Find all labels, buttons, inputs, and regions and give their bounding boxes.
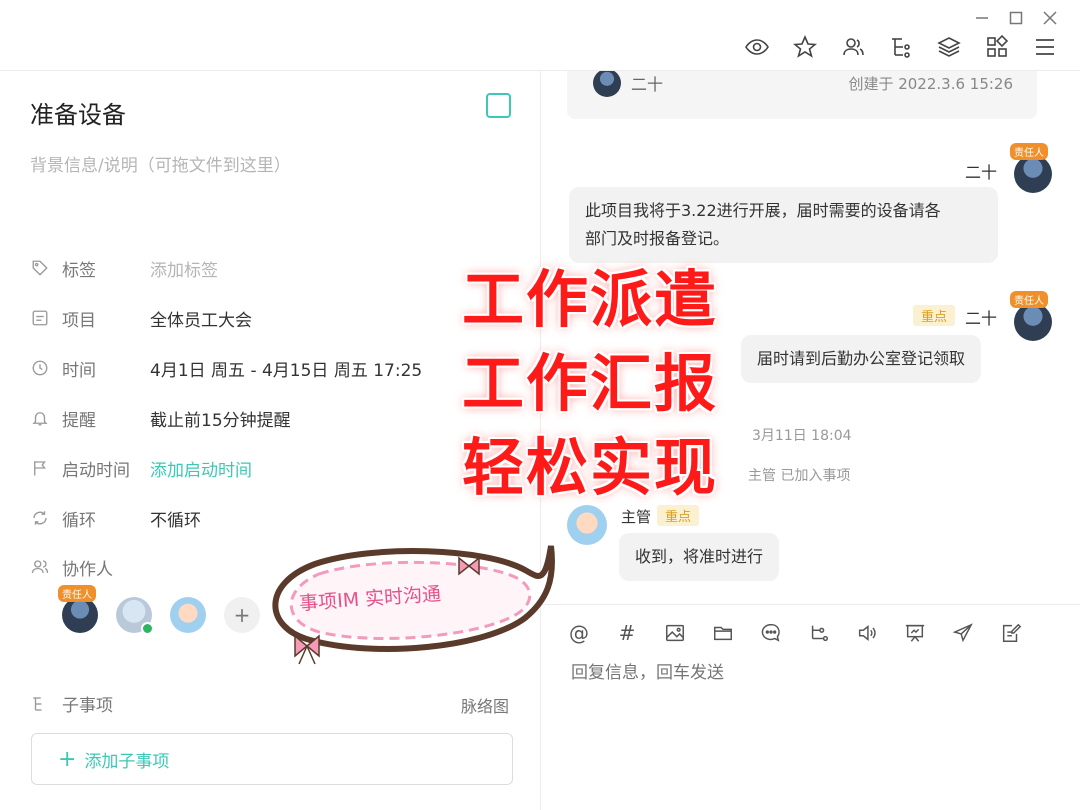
field-repeat: 循环 不循环 <box>30 503 201 533</box>
promo-line: 工作汇报 <box>462 347 719 420</box>
task-complete-checkbox[interactable] <box>486 93 511 118</box>
field-start-time: 启动时间 添加启动时间 <box>30 453 252 483</box>
apps-icon[interactable] <box>984 34 1010 60</box>
plus-icon: + <box>58 746 77 772</box>
add-subtask-button[interactable]: + 添加子事项 <box>31 733 513 785</box>
message-text: 收到，将准时进行 <box>635 547 764 566</box>
close-icon[interactable] <box>1040 8 1060 28</box>
promo-sticker: 事项IM 实时沟通 <box>255 540 565 685</box>
created-time: 创建于 2022.3.6 15:26 <box>848 75 1013 93</box>
star-icon[interactable] <box>792 34 818 60</box>
time-label: 时间 <box>62 360 96 381</box>
avatar[interactable]: 责任人 <box>58 585 98 633</box>
field-time: 时间 4月1日 周五 - 4月15日 周五 17:25 <box>30 353 422 383</box>
note-icon[interactable] <box>999 621 1023 645</box>
task-detail-panel: 准备设备 背景信息/说明（可拖文件到这里） 标签 添加标签 项目 全体员工大会 … <box>0 71 540 810</box>
start-time-label: 启动时间 <box>62 460 130 481</box>
promo-headline: 工作派遣 工作汇报 轻松实现 <box>462 258 732 510</box>
eye-icon[interactable] <box>744 34 770 60</box>
promo-line: 工作派遣 <box>462 263 719 336</box>
bell-icon <box>30 408 50 428</box>
tag-icon <box>30 258 50 278</box>
mindmap-link[interactable]: 脉络图 <box>461 693 509 717</box>
collaborators-label: 协作人 <box>62 559 113 580</box>
chat-icon[interactable] <box>759 621 783 645</box>
subtasks-label: 子事项 <box>62 696 113 716</box>
field-reminder: 提醒 截止前15分钟提醒 <box>30 403 291 433</box>
voice-icon[interactable] <box>855 621 879 645</box>
members-icon[interactable] <box>840 34 866 60</box>
time-value[interactable]: 4月1日 周五 - 4月15日 周五 17:25 <box>150 356 422 381</box>
field-tags: 标签 添加标签 <box>30 253 218 283</box>
repeat-icon <box>30 508 50 528</box>
maximize-icon[interactable] <box>1006 8 1026 28</box>
message-bubble[interactable]: 届时请到后勤办公室登记领取 <box>741 335 982 383</box>
message-bubble[interactable]: 收到，将准时进行 <box>619 533 780 581</box>
tags-label: 标签 <box>62 260 96 281</box>
window-controls <box>972 8 1060 28</box>
message-text: 此项目我将于3.22进行开展，届时需要的设备请各 <box>585 201 941 220</box>
flag-icon <box>30 458 50 478</box>
send-icon[interactable] <box>951 621 975 645</box>
presentation-icon[interactable] <box>903 621 927 645</box>
avatar[interactable]: 责任人 <box>1010 291 1052 341</box>
subtask-tree-icon <box>30 694 50 714</box>
avatar[interactable] <box>170 597 206 633</box>
owner-badge: 责任人 <box>1010 143 1048 160</box>
layers-icon[interactable] <box>936 34 962 60</box>
subtasks-header: 子事项 <box>30 691 113 716</box>
collaborator-list: 责任人 + <box>58 585 260 635</box>
timestamp: 3月11日 18:04 <box>752 428 852 444</box>
add-tag-button[interactable]: 添加标签 <box>150 256 218 281</box>
message-bubble[interactable]: 此项目我将于3.22进行开展，届时需要的设备请各 部门及时报备登记。 <box>569 187 998 263</box>
online-check-icon <box>141 622 154 635</box>
important-tag: 重点 <box>913 305 956 326</box>
folder-icon[interactable] <box>711 621 735 645</box>
reminder-value[interactable]: 截止前15分钟提醒 <box>150 406 291 431</box>
branch-icon[interactable] <box>807 621 831 645</box>
add-start-time-button[interactable]: 添加启动时间 <box>150 456 252 481</box>
hash-icon[interactable]: # <box>615 621 639 645</box>
message-text: 届时请到后勤办公室登记领取 <box>757 349 966 368</box>
avatar[interactable] <box>116 597 154 635</box>
field-project: 项目 全体员工大会 <box>30 303 252 333</box>
project-label: 项目 <box>62 310 96 331</box>
owner-badge: 责任人 <box>1010 291 1048 308</box>
users-icon <box>30 557 50 577</box>
tree-icon[interactable] <box>888 34 914 60</box>
created-info-card: 二十 创建于 2022.3.6 15:26 <box>567 71 1037 119</box>
repeat-label: 循环 <box>62 510 96 531</box>
message-input[interactable] <box>571 663 1051 683</box>
menu-icon[interactable] <box>1032 34 1058 60</box>
sender-name: 二十 <box>965 309 998 328</box>
system-note: 主管 已加入事项 <box>748 468 851 484</box>
image-icon[interactable] <box>663 621 687 645</box>
avatar[interactable] <box>567 505 607 545</box>
clock-icon <box>30 358 50 378</box>
task-description-input[interactable]: 背景信息/说明（可拖文件到这里） <box>30 151 291 176</box>
toolbar <box>744 34 1058 60</box>
avatar <box>593 71 621 97</box>
creator-name: 二十 <box>631 75 664 94</box>
task-title[interactable]: 准备设备 <box>30 95 126 130</box>
at-icon[interactable]: @ <box>567 621 591 645</box>
minimize-icon[interactable] <box>972 8 992 28</box>
folder-icon <box>30 308 50 328</box>
message-text: 部门及时报备登记。 <box>585 229 730 248</box>
promo-line: 轻松实现 <box>462 431 719 504</box>
owner-badge: 责任人 <box>58 585 96 602</box>
compose-toolbar: @ # <box>567 621 1023 645</box>
project-value[interactable]: 全体员工大会 <box>150 306 252 331</box>
compose-divider <box>541 604 1080 605</box>
add-subtask-label: 添加子事项 <box>84 751 170 772</box>
avatar[interactable]: 责任人 <box>1010 143 1052 193</box>
field-collaborators: 协作人 <box>30 552 140 582</box>
sender-name: 二十 <box>965 163 998 182</box>
reminder-label: 提醒 <box>62 410 96 431</box>
repeat-value[interactable]: 不循环 <box>150 506 201 531</box>
